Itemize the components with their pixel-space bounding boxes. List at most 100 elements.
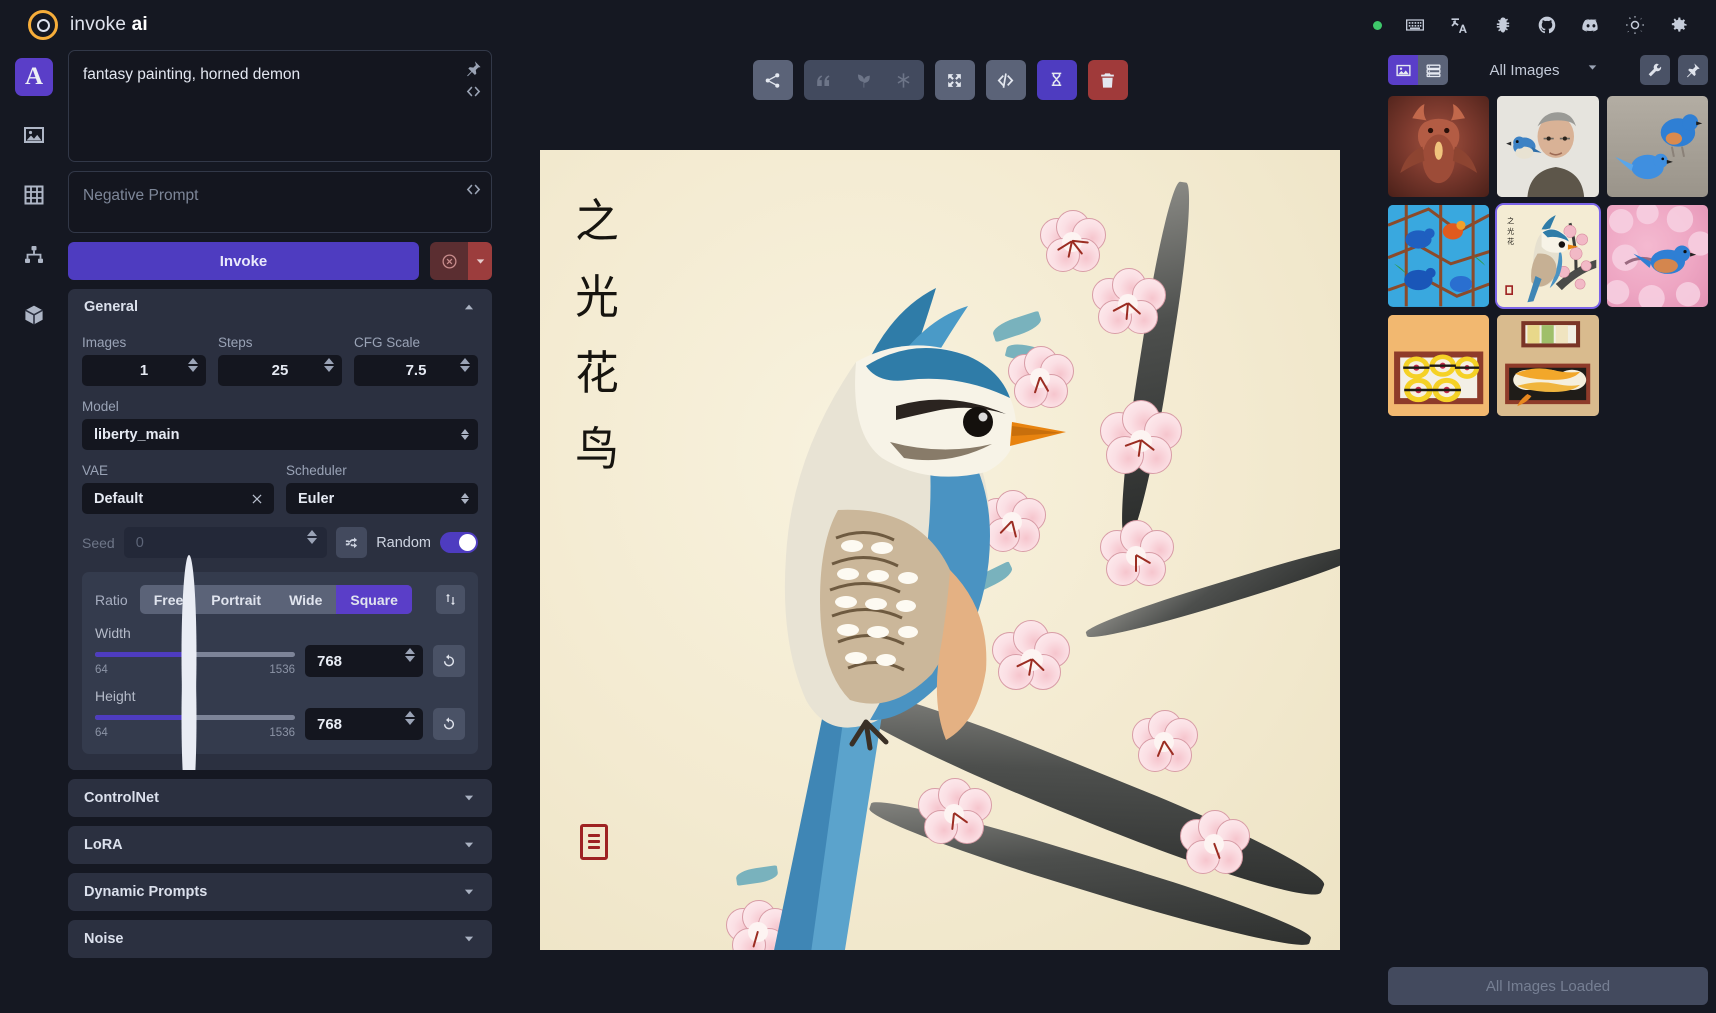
counts-row: Images 1 Steps 25 (82, 335, 478, 386)
width-block: Width 64 1536 768 (95, 625, 465, 677)
images-stepper[interactable] (188, 358, 198, 372)
cancel-group (430, 242, 492, 280)
gallery-settings-button[interactable] (1640, 55, 1670, 85)
sidebar-item-model-manager[interactable] (15, 298, 53, 336)
positive-prompt-value: fantasy painting, horned demon (83, 64, 457, 86)
cfg-field: CFG Scale 7.5 (354, 335, 478, 386)
seed-icon[interactable] (844, 60, 884, 100)
lora-accordion[interactable]: LoRA (68, 826, 492, 864)
height-slider[interactable]: 64 1536 (95, 708, 295, 739)
calligraphy-char-3: 花 (575, 350, 619, 396)
artist-seal-icon (580, 824, 608, 860)
gallery-pin-button[interactable] (1678, 55, 1708, 85)
generated-image[interactable]: 之 光 花 鸟 (540, 150, 1340, 950)
ratio-option-portrait[interactable]: Portrait (197, 585, 275, 614)
keyboard-icon[interactable] (1404, 14, 1426, 36)
expand-icon[interactable] (935, 60, 975, 100)
invoke-button[interactable]: Invoke (68, 242, 419, 280)
github-icon[interactable] (1536, 14, 1558, 36)
steps-field: Steps 25 (218, 335, 342, 386)
blossom-11 (1180, 810, 1250, 880)
thumb-two-bluebirds[interactable] (1607, 96, 1708, 197)
height-block: Height 64 1536 768 (95, 688, 465, 740)
pin-prompt-icon[interactable] (465, 60, 482, 77)
code-icon[interactable] (986, 60, 1026, 100)
noise-accordion[interactable]: Noise (68, 920, 492, 958)
viewer-toolbar (753, 60, 1128, 100)
logo[interactable]: invoke ai (16, 10, 148, 40)
asterisk-icon[interactable] (884, 60, 924, 100)
seed-stepper[interactable] (307, 530, 317, 544)
invoke-row: Invoke (68, 242, 492, 280)
gallery-filter-label: All Images (1489, 62, 1559, 79)
clear-vae-icon[interactable] (250, 492, 264, 506)
nodes-icon (22, 243, 46, 272)
image-viewer: 之 光 花 鸟 (500, 50, 1380, 1005)
shuffle-seed-button[interactable] (336, 527, 367, 558)
cancel-button[interactable] (430, 242, 468, 280)
gallery-footer-button: All Images Loaded (1388, 967, 1708, 1005)
cfg-input[interactable]: 7.5 (354, 355, 478, 386)
blossom-2 (1092, 268, 1170, 346)
gallery-view-toggle (1388, 55, 1448, 85)
model-select[interactable]: liberty_main (82, 419, 478, 450)
random-seed-toggle[interactable] (440, 532, 478, 553)
positive-prompt-box[interactable]: fantasy painting, horned demon (68, 50, 492, 162)
sidebar-item-node-editor[interactable] (15, 238, 53, 276)
thumb-stained-glass-birds[interactable] (1388, 205, 1489, 306)
images-input[interactable]: 1 (82, 355, 206, 386)
steps-stepper[interactable] (324, 358, 334, 372)
bird-illustration (660, 270, 1080, 950)
thumb-bluebird-pink-blossoms[interactable] (1607, 205, 1708, 306)
height-input[interactable]: 768 (305, 708, 423, 740)
hourglass-icon[interactable] (1037, 60, 1077, 100)
scheduler-select[interactable]: Euler (286, 483, 478, 514)
general-accordion: General Images 1 (68, 289, 492, 770)
height-row: 64 1536 768 (95, 708, 465, 740)
thumb-bird-blossom-ink[interactable]: 之光花 (1497, 205, 1598, 306)
sidebar-item-text-to-image[interactable]: A (15, 58, 53, 96)
reset-width-button[interactable] (433, 645, 465, 677)
gallery-view-images[interactable] (1388, 55, 1418, 85)
discord-icon[interactable] (1580, 14, 1602, 36)
thumb-man-with-bird[interactable] (1497, 96, 1598, 197)
theme-icon[interactable] (1624, 14, 1646, 36)
cancel-menu-button[interactable] (468, 242, 492, 280)
height-max: 1536 (269, 727, 295, 739)
sidebar-item-image-to-image[interactable] (15, 118, 53, 156)
vae-select[interactable]: Default (82, 483, 274, 514)
prompt-code-icon[interactable] (465, 83, 482, 100)
sidebar-item-unified-canvas[interactable] (15, 178, 53, 216)
negative-prompt-box[interactable]: Negative Prompt (68, 171, 492, 233)
height-stepper[interactable] (405, 711, 415, 725)
ratio-option-square[interactable]: Square (336, 585, 411, 614)
thumb-horned-demon[interactable] (1388, 96, 1489, 197)
seed-input[interactable]: 0 (124, 527, 327, 558)
thumb-sushi-platter[interactable] (1497, 315, 1598, 416)
seed-value: 0 (136, 535, 144, 551)
ratio-option-wide[interactable]: Wide (275, 585, 336, 614)
reset-height-button[interactable] (433, 708, 465, 740)
trash-icon[interactable] (1088, 60, 1128, 100)
width-stepper[interactable] (405, 648, 415, 662)
image-icon (22, 123, 46, 152)
dynamic-prompts-accordion[interactable]: Dynamic Prompts (68, 873, 492, 911)
cfg-stepper[interactable] (460, 358, 470, 372)
swap-dimensions-button[interactable] (436, 585, 465, 614)
width-input[interactable]: 768 (305, 645, 423, 677)
gallery-filter-select[interactable]: All Images (1456, 61, 1632, 79)
general-accordion-header[interactable]: General (68, 289, 492, 325)
controlnet-accordion[interactable]: ControlNet (68, 779, 492, 817)
invoke-ai-app: invoke ai (0, 0, 1716, 1013)
share-icon[interactable] (753, 60, 793, 100)
language-icon[interactable] (1448, 14, 1470, 36)
quote-icon[interactable] (804, 60, 844, 100)
svg-text:花: 花 (1507, 237, 1514, 246)
ratio-row: Ratio Free Portrait Wide Square (95, 585, 465, 614)
steps-input[interactable]: 25 (218, 355, 342, 386)
bug-icon[interactable] (1492, 14, 1514, 36)
gallery-view-assets[interactable] (1418, 55, 1448, 85)
settings-icon[interactable] (1668, 14, 1690, 36)
negative-prompt-code-icon[interactable] (465, 181, 482, 198)
thumb-sushi-rolls[interactable] (1388, 315, 1489, 416)
